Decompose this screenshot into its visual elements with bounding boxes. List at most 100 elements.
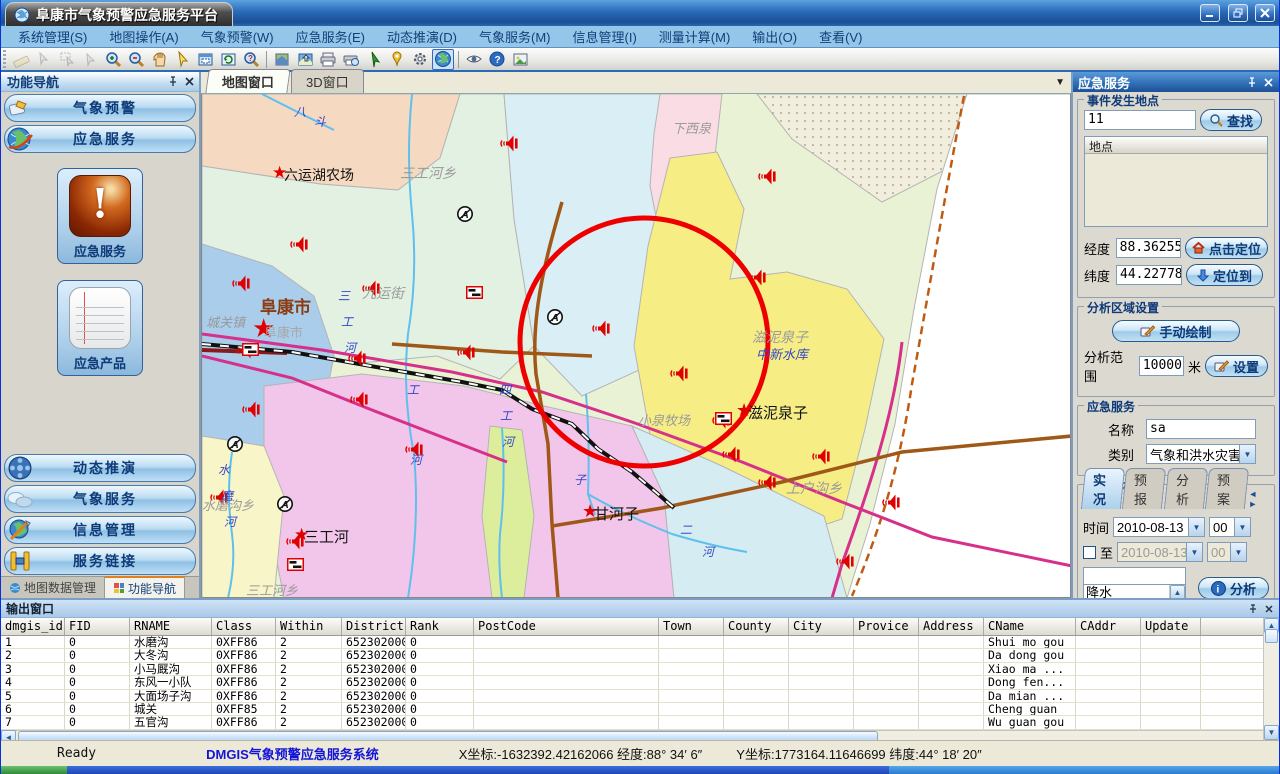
column-header-CAddr[interactable]: CAddr (1076, 618, 1141, 635)
toolbar-grip[interactable] (3, 50, 6, 68)
column-header-Class[interactable]: Class (212, 618, 276, 635)
close-panel-icon[interactable] (1264, 604, 1274, 614)
column-header-Rank[interactable]: Rank (406, 618, 474, 635)
tab-map-view[interactable]: 地图窗口 (205, 69, 290, 93)
table-row[interactable]: 70五官沟0XFF8626523020000Wu guan gou (1, 716, 1263, 729)
full-extent-icon[interactable] (194, 49, 216, 70)
menu-item[interactable]: 动态推演(D) (376, 25, 468, 48)
zoom-out-icon[interactable] (125, 49, 147, 70)
date-select[interactable]: 2010-08-13▼ (1113, 517, 1205, 537)
nav-service-links[interactable]: 服务链接 (4, 547, 196, 575)
tab-plan[interactable]: 预案 (1205, 468, 1250, 509)
map-canvas[interactable]: A (201, 94, 1071, 598)
set-button[interactable]: 设置 (1205, 355, 1268, 377)
restore-button[interactable] (1228, 4, 1248, 22)
refresh-icon[interactable] (217, 49, 239, 70)
element-list[interactable]: 降水空气温度 ▲ (1083, 585, 1186, 598)
menu-item[interactable]: 气象服务(M) (468, 25, 562, 48)
menu-item[interactable]: 系统管理(S) (7, 25, 98, 48)
hour2-select[interactable]: 00▼ (1207, 542, 1247, 562)
table-row[interactable]: 20大冬沟0XFF8626523020000Da dong gou (1, 649, 1263, 662)
nav-dynamic-deduction[interactable]: 动态推演 (4, 454, 196, 482)
location-search-input[interactable]: 11 (1084, 110, 1196, 130)
pin-icon[interactable] (1248, 604, 1258, 614)
emergency-product-button[interactable]: 应急产品 (57, 280, 143, 376)
layers-icon[interactable] (271, 49, 293, 70)
lat-input[interactable]: 44.22778446 (1116, 265, 1182, 285)
hscroll-thumb[interactable] (18, 731, 878, 740)
horizontal-scrollbar[interactable]: ◄ (1, 730, 1263, 740)
scroll-down-icon[interactable]: ▼ (1264, 725, 1279, 740)
element-combo[interactable] (1083, 567, 1186, 585)
column-header-District[interactable]: District (342, 618, 406, 635)
close-panel-icon[interactable] (184, 76, 195, 87)
column-header-Provice[interactable]: Provice (854, 618, 919, 635)
tab-3d-view[interactable]: 3D窗口 (291, 69, 364, 93)
lng-input[interactable]: 88.3625506 (1116, 238, 1181, 258)
nav-info-management[interactable]: 信息管理 (4, 516, 196, 544)
tab-map-data-management[interactable]: 地图数据管理 (1, 577, 105, 598)
eye-icon[interactable] (463, 49, 485, 70)
map-tabs-dropdown-icon[interactable]: ▼ (1055, 77, 1065, 88)
column-header-Town[interactable]: Town (659, 618, 724, 635)
name-input[interactable]: sa (1146, 419, 1256, 439)
pan-icon[interactable] (148, 49, 170, 70)
location-list[interactable]: 地点 (1084, 136, 1268, 227)
pin-icon[interactable] (1247, 77, 1258, 88)
settings-gear-icon[interactable] (409, 49, 431, 70)
find-button[interactable]: 查找 (1200, 109, 1262, 131)
measure-icon[interactable] (10, 49, 32, 70)
table-row[interactable]: 10水磨沟0XFF8626523020000Shui mo gou (1, 636, 1263, 649)
column-header-Update[interactable]: Update (1141, 618, 1201, 635)
table-row[interactable]: 30小马厩沟0XFF8626523020000Xiao ma ... (1, 663, 1263, 676)
column-header-FID[interactable]: FID (65, 618, 130, 635)
type-select[interactable]: 气象和洪水灾害 ▼ (1146, 444, 1256, 464)
table-row[interactable]: 50大面场子沟0XFF8626523020000Da mian ... (1, 690, 1263, 703)
pointer-icon[interactable] (171, 49, 193, 70)
tab-live[interactable]: 实况 (1081, 468, 1126, 509)
pin-icon[interactable] (168, 76, 179, 87)
select-rect-icon[interactable] (56, 49, 78, 70)
click-locate-button[interactable]: 点击定位 (1185, 237, 1268, 259)
green-pointer-icon[interactable] (363, 49, 385, 70)
nav-group-weather-warning[interactable]: 气象预警 (4, 94, 196, 122)
nav-group-emergency-service[interactable]: 应急服务 (4, 125, 196, 153)
range-input[interactable]: 10000 (1139, 356, 1184, 376)
menu-item[interactable]: 输出(O) (741, 25, 808, 48)
location-list-header[interactable]: 地点 (1085, 137, 1267, 154)
tab-forecast[interactable]: 预报 (1122, 468, 1167, 509)
select-icon[interactable] (33, 49, 55, 70)
vscroll-thumb[interactable] (1265, 629, 1278, 643)
menu-item[interactable]: 地图操作(A) (98, 25, 189, 48)
place-pin-icon[interactable] (386, 49, 408, 70)
globe-tool-icon[interactable] (432, 49, 454, 70)
column-header-City[interactable]: City (789, 618, 854, 635)
vertical-scrollbar[interactable]: ▲ ▼ (1263, 618, 1279, 740)
dropdown-arrow-icon[interactable]: ▼ (1239, 445, 1255, 463)
menu-item[interactable]: 信息管理(I) (562, 25, 648, 48)
close-button[interactable] (1255, 4, 1275, 22)
export-image-icon[interactable] (294, 49, 316, 70)
tab-function-nav[interactable]: 功能导航 (105, 576, 185, 598)
close-panel-icon[interactable] (1263, 77, 1274, 88)
scroll-up-icon[interactable]: ▲ (1170, 585, 1185, 598)
column-header-CName[interactable]: CName (984, 618, 1076, 635)
scroll-left-icon[interactable]: ◄ (1, 730, 16, 740)
nav-weather-service[interactable]: 气象服务 (4, 485, 196, 513)
analyze-button[interactable]: i 分析 (1198, 577, 1269, 598)
menu-item[interactable]: 测量计算(M) (648, 25, 742, 48)
help-icon[interactable]: ? (486, 49, 508, 70)
element-list-item[interactable]: 降水 (1086, 585, 1169, 598)
identify-icon[interactable]: ? (240, 49, 262, 70)
table-row[interactable]: 60城关0XFF8526523020000Cheng guan (1, 703, 1263, 716)
location-list-body[interactable] (1085, 154, 1267, 226)
menu-item[interactable]: 查看(V) (808, 25, 873, 48)
column-header-County[interactable]: County (724, 618, 789, 635)
date2-select[interactable]: 2010-08-13▼ (1117, 542, 1203, 562)
zoom-in-icon[interactable] (102, 49, 124, 70)
picture-icon[interactable] (509, 49, 531, 70)
to-checkbox[interactable] (1083, 546, 1096, 559)
column-header-Within[interactable]: Within (276, 618, 342, 635)
minimize-button[interactable] (1200, 4, 1220, 22)
hour-select[interactable]: 00▼ (1209, 517, 1251, 537)
